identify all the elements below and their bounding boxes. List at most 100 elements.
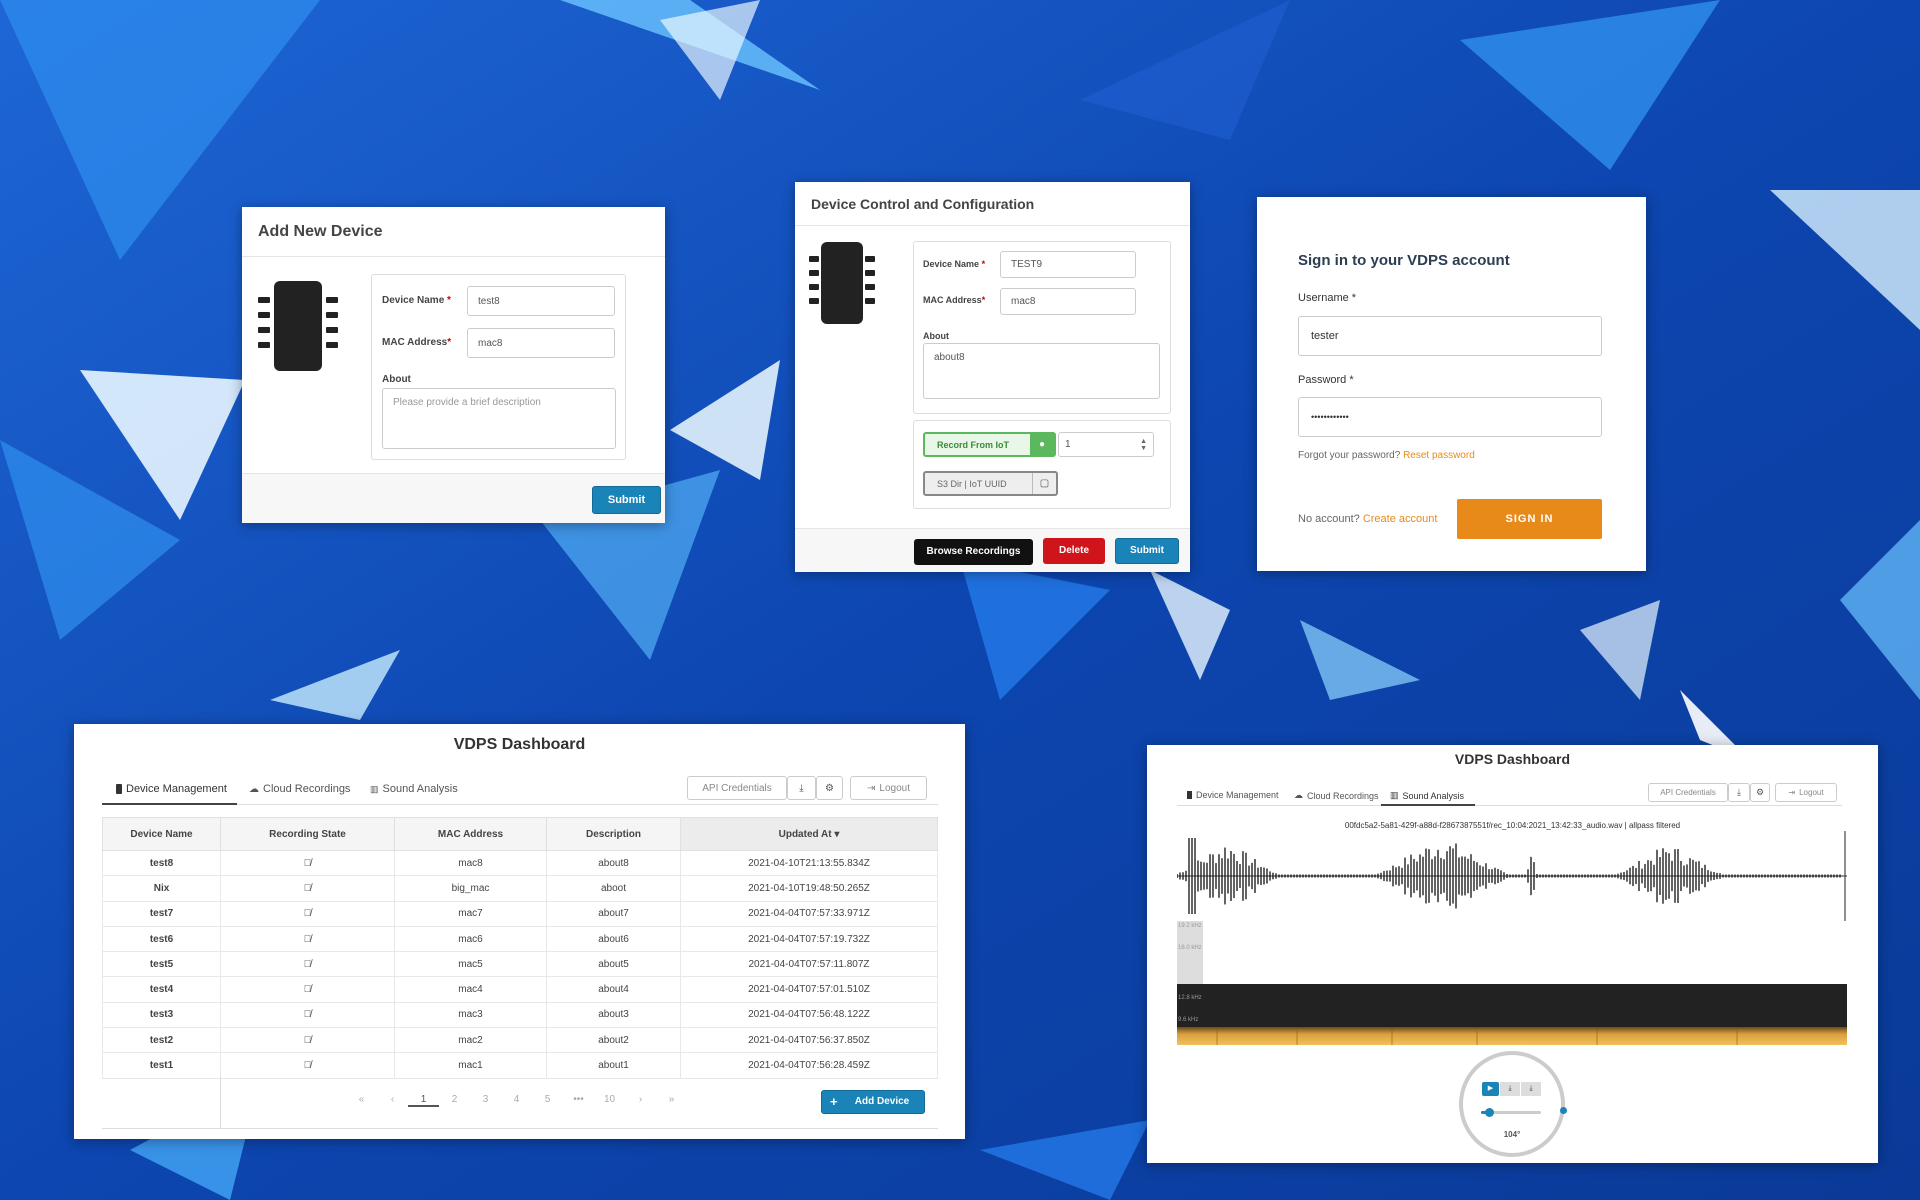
table-row[interactable]: test1 🎙̸ mac1 about1 2021-04-04T07:56:28.459… [102,1052,938,1079]
page-10-button[interactable]: 10 [594,1094,625,1107]
logout-icon: ⇥ [1788,788,1796,797]
device-name-input[interactable]: test8 [467,286,615,316]
page-5-button[interactable]: 5 [532,1094,563,1107]
duration-stepper[interactable]: 1 ▲ ▼ [1058,432,1154,457]
record-from-iot-button[interactable]: Record From IoT ● [923,432,1056,457]
tab-sound-analysis[interactable]: ▥ Sound Analysis [370,783,458,795]
col-mac-address[interactable]: MAC Address [394,817,547,851]
browse-recordings-button[interactable]: Browse Recordings [914,539,1033,565]
cell-description: about7 [546,900,681,927]
api-credentials-button[interactable]: API Credentials [1648,783,1728,802]
first-page-button[interactable]: « [346,1094,377,1107]
table-row[interactable]: test8 🎙̸ mac8 about8 2021-04-10T21:13:55.834… [102,849,938,877]
cell-mac: mac8 [394,849,547,877]
download-waveform-icon[interactable]: ⤓ [1500,1082,1520,1096]
mic-off-icon: 🎙̸ [220,976,395,1003]
mic-off-icon: 🎙̸ [220,925,395,953]
page-2-button[interactable]: 2 [439,1094,470,1107]
cloud-icon: ☁ [249,783,259,795]
modal-title: Device Control and Configuration [795,182,1190,226]
col-device-name[interactable]: Device Name [102,817,221,851]
prev-page-button[interactable]: ‹ [377,1094,408,1107]
col-updated-at[interactable]: Updated At ▾ [680,817,938,851]
page-ellipsis: ••• [573,1094,584,1105]
page-3-button[interactable]: 3 [470,1094,501,1107]
table-row[interactable]: test5 🎙̸ mac5 about5 2021-04-04T07:57:11.807… [102,951,938,978]
mac-address-input[interactable]: mac8 [1000,288,1136,315]
mac-address-label: MAC Address* [923,295,986,305]
add-device-modal: Add New Device Device Name * test8 MAC A… [242,207,665,523]
cell-updated-at: 2021-04-10T19:48:50.265Z [680,875,938,902]
device-chip-icon [258,273,338,373]
logout-button[interactable]: ⇥ Logout [850,776,927,800]
pagination: « ‹ 1 2 3 4 5 ••• 10 › » [346,1094,687,1107]
playback-control-dial[interactable]: ▶ ⤓ ⤓ 104° [1459,1051,1567,1157]
password-input[interactable]: •••••••••••• [1298,397,1602,437]
device-name-label: Device Name * [923,259,986,269]
reset-password-link[interactable]: Reset password [1403,450,1475,461]
volume-slider-thumb[interactable] [1485,1108,1495,1117]
stepper-arrows-icon[interactable]: ▲ ▼ [1140,438,1147,452]
next-page-button[interactable]: › [625,1094,656,1107]
sign-in-button[interactable]: SIGN IN [1457,499,1602,539]
cell-updated-at: 2021-04-04T07:57:19.732Z [680,925,938,953]
username-input[interactable]: tester [1298,316,1602,356]
delete-button[interactable]: Delete [1043,538,1105,564]
logout-icon: ⇥ [867,782,876,794]
waveform[interactable] [1177,831,1847,921]
table-row[interactable]: test3 🎙̸ mac3 about3 2021-04-04T07:56:48.122… [102,1001,938,1029]
mac-address-input[interactable]: mac8 [467,328,615,358]
cloud-icon: ☁ [1294,790,1303,800]
settings-icon[interactable]: ⚙ [1750,783,1770,802]
download-icon[interactable]: ⤓ [787,776,816,800]
cell-description: about2 [546,1027,681,1054]
device-name-input[interactable]: TEST9 [1000,251,1136,278]
s3-dir-field[interactable]: S3 Dir | IoT UUID ▢ [923,471,1058,496]
download-spectrogram-icon[interactable]: ⤓ [1521,1082,1541,1096]
plus-icon: + [830,1094,838,1109]
download-icon[interactable]: ⤓ [1728,783,1750,802]
page-4-button[interactable]: 4 [501,1094,532,1107]
submit-button[interactable]: Submit [592,486,661,514]
frequency-label: 9.6 kHz [1178,1017,1199,1023]
create-account-link[interactable]: Create account [1363,513,1438,525]
tab-bar-divider [1177,805,1842,806]
col-description[interactable]: Description [546,817,681,851]
about-textarea[interactable]: about8 [923,343,1160,399]
play-button[interactable]: ▶ [1482,1082,1499,1096]
page-1-button[interactable]: 1 [408,1094,439,1107]
tab-cloud-recordings[interactable]: ☁ Cloud Recordings [1294,790,1379,801]
api-credentials-button[interactable]: API Credentials [687,776,787,800]
copy-icon[interactable]: ▢ [1032,473,1056,494]
table-row[interactable]: test7 🎙̸ mac7 about7 2021-04-04T07:57:33.971… [102,900,938,927]
table-row[interactable]: test6 🎙̸ mac6 about6 2021-04-04T07:57:19.732… [102,925,938,953]
about-textarea[interactable]: Please provide a brief description [382,388,616,449]
cell-updated-at: 2021-04-04T07:57:11.807Z [680,951,938,978]
dial-handle[interactable] [1560,1107,1567,1114]
tab-device-management[interactable]: Device Management [1187,790,1279,800]
dashboard-title: VDPS Dashboard [453,736,586,753]
modal-footer: Browse Recordings Delete Submit [795,528,1190,572]
about-label: About [382,374,411,385]
add-device-button[interactable]: + Add Device [821,1090,925,1114]
spectrogram[interactable] [1177,921,1847,1045]
active-tab-underline [1381,804,1475,806]
logout-button[interactable]: ⇥ Logout [1775,783,1837,802]
table-row[interactable]: test2 🎙̸ mac2 about2 2021-04-04T07:56:37.850… [102,1027,938,1054]
volume-slider[interactable] [1481,1108,1541,1117]
cell-mac: mac3 [394,1001,547,1029]
table-row[interactable]: Nix 🎙̸ big_mac aboot 2021-04-10T19:48:50.265… [102,875,938,902]
submit-button[interactable]: Submit [1115,538,1179,564]
table-row[interactable]: test4 🎙̸ mac4 about4 2021-04-04T07:57:01.510… [102,976,938,1003]
cell-description: about5 [546,951,681,978]
tab-device-management[interactable]: Device Management [116,783,227,795]
settings-icon[interactable]: ⚙ [816,776,843,800]
col-recording-state[interactable]: Recording State [220,817,395,851]
mic-off-icon: 🎙̸ [220,1001,395,1029]
chart-icon: ▥ [370,783,379,794]
cell-device-name: test3 [102,1001,221,1029]
forgot-password-row: Forgot your password? Reset password [1298,450,1475,461]
tab-sound-analysis[interactable]: ▥ Sound Analysis [1390,790,1464,801]
tab-cloud-recordings[interactable]: ☁ Cloud Recordings [249,783,350,795]
last-page-button[interactable]: » [656,1094,687,1107]
